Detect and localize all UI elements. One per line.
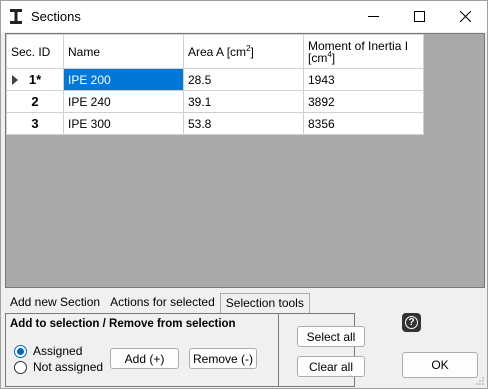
radio-checked-icon	[14, 344, 27, 358]
column-header-area[interactable]: Area A [cm2]	[183, 34, 304, 69]
selection-tools-panel: Add to selection / Remove from selection…	[5, 313, 365, 387]
ibeam-section-icon	[10, 9, 22, 24]
column-header-area-suffix: ]	[250, 44, 254, 59]
column-header-moment-of-inertia[interactable]: Moment of Inertia I [cm4]	[303, 34, 424, 69]
clear-all-button[interactable]: Clear all	[297, 356, 365, 377]
column-header-name[interactable]: Name	[63, 34, 184, 69]
cell-area[interactable]: 28.5	[183, 68, 304, 91]
table-row[interactable]: 1* IPE 200 28.5 1943	[6, 68, 424, 91]
ok-button[interactable]: OK	[402, 352, 478, 378]
sections-window: Sections Sec. ID Name Area A [cm2] Momen…	[0, 0, 488, 389]
resize-grip-icon[interactable]	[475, 376, 485, 386]
cell-area[interactable]: 53.8	[183, 112, 304, 135]
row-id: 2	[31, 94, 39, 109]
cell-inertia[interactable]: 3892	[303, 90, 424, 113]
row-header[interactable]: 2	[6, 90, 64, 113]
column-header-moi-prefix: Moment of Inertia I [cm	[308, 38, 409, 65]
help-button[interactable]: ?	[402, 313, 421, 332]
tab-strip: Add new Section Actions for selected Sel…	[5, 293, 310, 313]
minimize-button[interactable]	[350, 1, 396, 32]
cell-inertia[interactable]: 1943	[303, 68, 424, 91]
row-header[interactable]: 1*	[6, 68, 64, 91]
add-remove-group: Add to selection / Remove from selection…	[6, 314, 278, 386]
column-header-sec-id-label: Sec. ID	[11, 44, 51, 59]
group-title: Add to selection / Remove from selection	[10, 318, 236, 330]
sections-grid[interactable]: Sec. ID Name Area A [cm2] Moment of Iner…	[5, 33, 485, 288]
column-header-area-prefix: Area A [cm	[188, 44, 247, 59]
remove-button[interactable]: Remove (-)	[189, 348, 257, 369]
row-id: 3	[31, 116, 39, 131]
radio-not-assigned-label: Not assigned	[33, 360, 104, 374]
sections-table: Sec. ID Name Area A [cm2] Moment of Iner…	[6, 34, 424, 135]
current-row-arrow-icon	[12, 75, 18, 85]
cell-inertia[interactable]: 8356	[303, 112, 424, 135]
cell-name[interactable]: IPE 300	[63, 112, 184, 135]
maximize-button[interactable]	[396, 1, 442, 32]
tab-selection-tools[interactable]: Selection tools	[219, 293, 310, 313]
minimize-icon	[367, 16, 379, 17]
radio-not-assigned[interactable]: Not assigned	[14, 360, 103, 374]
column-header-moi-suffix: ]	[331, 50, 336, 65]
table-row[interactable]: 2 IPE 240 39.1 3892	[6, 90, 424, 113]
select-all-button[interactable]: Select all	[297, 326, 365, 347]
select-clear-group: Select all Clear all	[278, 313, 365, 387]
radio-unchecked-icon	[14, 360, 27, 374]
cell-area[interactable]: 39.1	[183, 90, 304, 113]
window-title: Sections	[31, 9, 81, 24]
cell-name[interactable]: IPE 240	[63, 90, 184, 113]
help-icon: ?	[405, 316, 418, 329]
column-header-sec-id[interactable]: Sec. ID	[6, 34, 64, 69]
row-header[interactable]: 3	[6, 112, 64, 135]
radio-assigned[interactable]: Assigned	[14, 344, 82, 358]
maximize-icon	[413, 11, 425, 22]
table-row[interactable]: 3 IPE 300 53.8 8356	[6, 112, 424, 135]
close-button[interactable]	[442, 1, 488, 32]
column-header-name-label: Name	[68, 44, 101, 59]
close-icon	[459, 11, 471, 22]
row-id: 1*	[28, 72, 42, 87]
tab-add-new-section[interactable]: Add new Section	[5, 293, 105, 312]
radio-assigned-label: Assigned	[33, 344, 83, 358]
cell-name[interactable]: IPE 200	[63, 68, 184, 91]
add-button[interactable]: Add (+)	[110, 348, 179, 369]
title-bar: Sections	[1, 1, 487, 32]
tab-actions-for-selected[interactable]: Actions for selected	[105, 293, 220, 312]
